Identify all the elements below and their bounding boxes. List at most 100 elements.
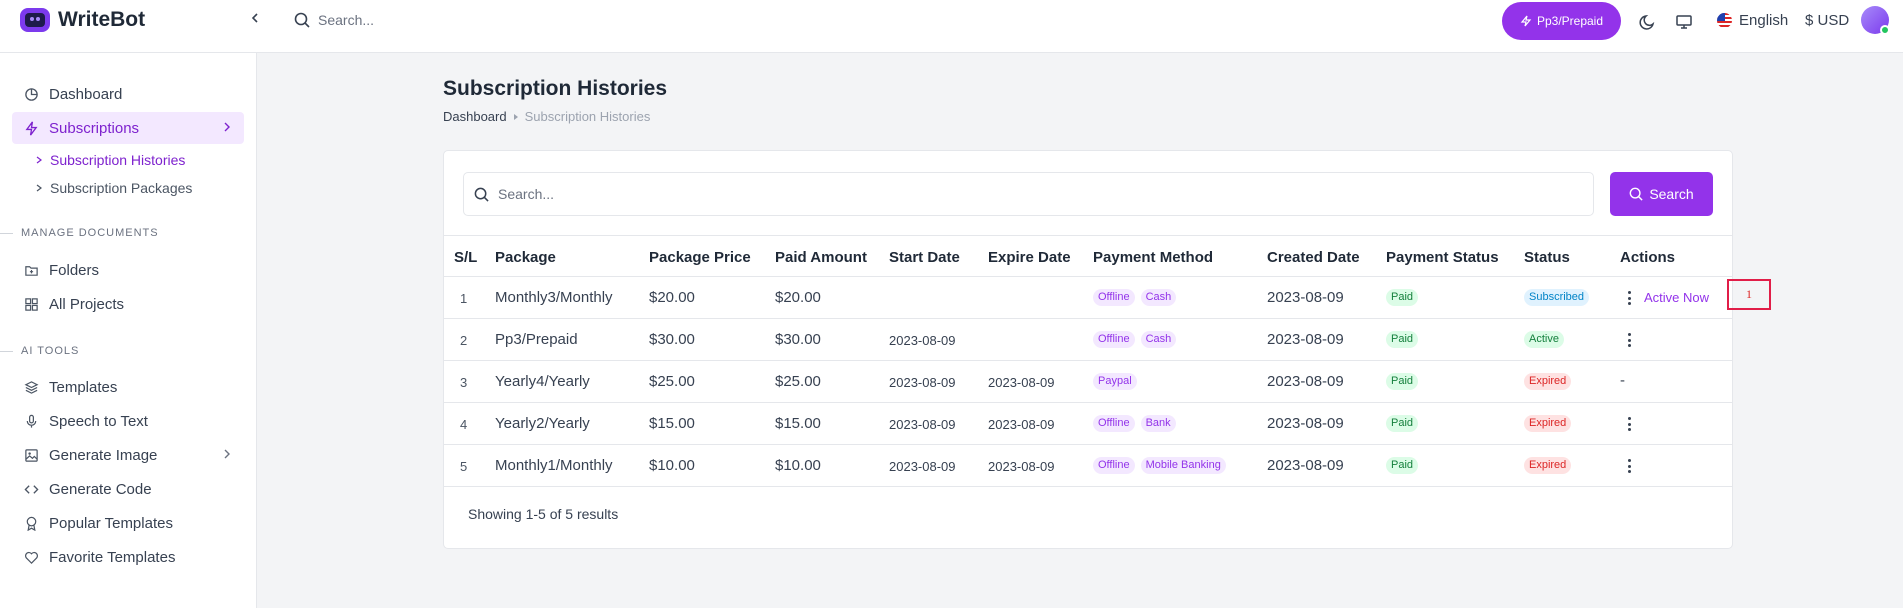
language-label: English xyxy=(1739,12,1789,29)
cell-payment-method: Offline Cash xyxy=(1093,289,1177,306)
cell-start-date: 2023-08-09 xyxy=(889,333,956,348)
cell-payment-method: Paypal xyxy=(1093,373,1137,390)
cell-package-price: $15.00 xyxy=(649,415,695,432)
chevron-right-icon xyxy=(224,122,230,132)
cell-package-price: $30.00 xyxy=(649,331,695,348)
cell-status: Expired xyxy=(1524,415,1572,432)
moon-icon xyxy=(1639,14,1655,30)
grid-icon xyxy=(25,297,38,311)
sidebar-subitem-subscription-histories[interactable]: Subscription Histories xyxy=(36,152,185,168)
more-actions-icon[interactable] xyxy=(1625,457,1633,475)
current-plan-button[interactable]: Pp3/Prepaid xyxy=(1502,2,1621,40)
column-header: Paid Amount xyxy=(775,249,867,266)
breadcrumb: Dashboard Subscription Histories xyxy=(443,109,650,124)
search-button-label: Search xyxy=(1649,186,1694,202)
image-icon xyxy=(25,448,38,462)
cell-payment-method: Offline Mobile Banking xyxy=(1093,457,1226,474)
cell-package: Yearly2/Yearly xyxy=(495,415,590,432)
section-label-ai-tools: AI TOOLS xyxy=(0,345,80,357)
search-icon xyxy=(474,187,489,202)
cell-expire-date: 2023-08-09 xyxy=(988,459,1055,474)
cell-payment-status: Paid xyxy=(1386,331,1419,348)
cell-created-date: 2023-08-09 xyxy=(1267,331,1344,348)
cell-sl: 1 xyxy=(460,291,468,306)
app-name: WriteBot xyxy=(58,8,146,31)
sidebar-item-popular-templates[interactable]: Popular Templates xyxy=(12,507,244,539)
sidebar-subitem-label: Subscription Histories xyxy=(50,152,186,168)
table-row: 1 Monthly3/Monthly $20.00 $20.00 Offline… xyxy=(444,277,1732,319)
heart-icon xyxy=(25,551,38,564)
code-icon xyxy=(24,484,39,494)
sidebar-item-dashboard[interactable]: Dashboard xyxy=(12,78,244,110)
sidebar-item-label: Generate Image xyxy=(49,446,158,464)
column-header: Expire Date xyxy=(988,249,1071,266)
table-row: 2 Pp3/Prepaid $30.00 $30.00 2023-08-09 O… xyxy=(444,319,1732,361)
table-row: 5 Monthly1/Monthly $10.00 $10.00 2023-08… xyxy=(444,445,1732,487)
more-actions-icon[interactable] xyxy=(1625,289,1633,307)
brand[interactable]: WriteBot xyxy=(20,8,145,32)
cell-created-date: 2023-08-09 xyxy=(1267,289,1344,306)
cell-sl: 5 xyxy=(460,459,468,474)
caret-right-icon xyxy=(36,156,42,164)
breadcrumb-link-dashboard[interactable]: Dashboard xyxy=(443,109,507,124)
sidebar-item-all-projects[interactable]: All Projects xyxy=(12,288,244,320)
table-search-input[interactable]: Search... xyxy=(463,172,1594,216)
cell-status: Subscribed xyxy=(1524,289,1590,306)
sidebar-item-folders[interactable]: Folders xyxy=(12,254,244,286)
sidebar-item-templates[interactable]: Templates xyxy=(12,371,244,403)
payment-method-badge: Cash xyxy=(1140,331,1177,348)
theme-toggle-button[interactable] xyxy=(1637,11,1659,33)
column-header: Start Date xyxy=(889,249,960,266)
currency-selector[interactable]: $ USD xyxy=(1805,12,1849,29)
status-badge: Expired xyxy=(1524,373,1572,390)
cell-created-date: 2023-08-09 xyxy=(1267,457,1344,474)
cell-sl: 4 xyxy=(460,417,468,432)
top-search-placeholder[interactable]: Search... xyxy=(318,12,374,28)
search-button[interactable]: Search xyxy=(1610,172,1713,216)
screen-button[interactable] xyxy=(1673,11,1695,33)
online-status-dot xyxy=(1880,25,1890,35)
cell-payment-method: Offline Cash xyxy=(1093,331,1177,348)
sidebar-item-label: Popular Templates xyxy=(49,514,173,532)
payment-status-badge: Paid xyxy=(1386,289,1419,306)
payment-method-badge: Bank xyxy=(1140,415,1176,432)
cell-paid-amount: $25.00 xyxy=(775,373,821,390)
sidebar-item-speech-to-text[interactable]: Speech to Text xyxy=(12,405,244,437)
language-selector[interactable]: English xyxy=(1717,12,1788,29)
table-header: S/L Package Package Price Paid Amount St… xyxy=(444,235,1732,277)
more-actions-icon[interactable] xyxy=(1625,331,1633,349)
top-search[interactable]: Search... xyxy=(294,12,374,28)
cell-created-date: 2023-08-09 xyxy=(1267,373,1344,390)
column-header: Payment Method xyxy=(1093,249,1214,266)
sidebar-item-subscriptions[interactable]: Subscriptions xyxy=(12,112,244,144)
cell-payment-status: Paid xyxy=(1386,373,1419,390)
table-row: 3 Yearly4/Yearly $25.00 $25.00 2023-08-0… xyxy=(444,361,1732,403)
cell-payment-status: Paid xyxy=(1386,289,1419,306)
writebot-logo-icon xyxy=(20,8,50,32)
sidebar-subitem-label: Subscription Packages xyxy=(50,180,193,196)
status-badge: Expired xyxy=(1524,415,1572,432)
sidebar-item-label: Favorite Templates xyxy=(49,548,176,566)
caret-right-icon xyxy=(36,184,42,192)
sidebar-item-label: Folders xyxy=(49,261,100,279)
sidebar-collapse-button[interactable] xyxy=(245,8,265,28)
sidebar-item-favorite-templates[interactable]: Favorite Templates xyxy=(12,541,244,573)
active-now-link[interactable]: Active Now xyxy=(1644,290,1709,305)
sidebar-item-label: Speech to Text xyxy=(49,412,148,430)
user-avatar[interactable] xyxy=(1861,6,1890,35)
cell-paid-amount: $20.00 xyxy=(775,289,821,306)
sidebar-item-label: Dashboard xyxy=(49,85,123,103)
payment-status-badge: Paid xyxy=(1386,457,1419,474)
breadcrumb-current: Subscription Histories xyxy=(524,109,651,124)
sidebar-subitem-subscription-packages[interactable]: Subscription Packages xyxy=(36,180,192,196)
column-header: Package Price xyxy=(649,249,751,266)
cell-payment-status: Paid xyxy=(1386,415,1419,432)
payment-status-badge: Paid xyxy=(1386,415,1419,432)
current-plan-label: Pp3/Prepaid xyxy=(1536,14,1604,28)
sidebar-item-generate-code[interactable]: Generate Code xyxy=(12,473,244,505)
award-icon xyxy=(26,516,37,531)
sidebar-item-label: All Projects xyxy=(49,295,125,313)
more-actions-icon[interactable] xyxy=(1625,415,1633,433)
sidebar-item-generate-image[interactable]: Generate Image xyxy=(12,439,244,471)
cell-sl: 2 xyxy=(460,333,468,348)
